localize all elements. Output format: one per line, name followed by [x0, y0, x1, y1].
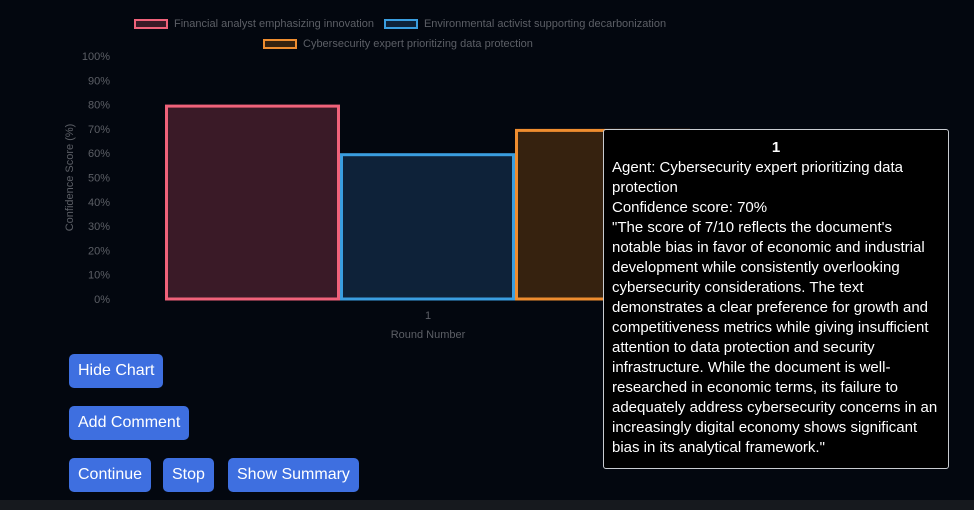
legend-label: Financial analyst emphasizing innovation	[174, 18, 374, 30]
legend-swatch	[134, 19, 168, 29]
y-tick-label: 60%	[88, 148, 110, 160]
legend-swatch	[263, 39, 297, 49]
legend-item-cybersecurity[interactable]: Cybersecurity expert prioritizing data p…	[263, 38, 533, 50]
y-axis-title: Confidence Score (%)	[64, 124, 76, 232]
bar-0[interactable]	[165, 104, 340, 301]
y-tick-label: 80%	[88, 100, 110, 112]
chart-tooltip: 1 Agent: Cybersecurity expert prioritizi…	[603, 129, 949, 469]
legend-item-financial[interactable]: Financial analyst emphasizing innovation	[134, 18, 374, 30]
y-tick-label: 0%	[94, 294, 110, 306]
x-axis-title: Round Number	[391, 329, 466, 341]
legend-swatch	[383, 19, 418, 29]
stop-button[interactable]: Stop	[163, 458, 214, 492]
tooltip-score: Confidence score: 70%	[612, 199, 768, 216]
y-tick-label: 30%	[88, 221, 110, 233]
legend-item-environmental[interactable]: Environmental activist supporting decarb…	[383, 18, 667, 30]
bar-1[interactable]	[340, 153, 515, 301]
y-tick-label: 70%	[88, 124, 110, 136]
tooltip-explanation: "The score of 7/10 reflects the document…	[612, 219, 938, 456]
legend-row: Cybersecurity expert prioritizing data p…	[263, 34, 533, 54]
y-tick-label: 40%	[88, 197, 110, 209]
legend-row: Financial analyst emphasizing innovation…	[134, 14, 666, 34]
bottom-scroll-strip	[0, 500, 974, 510]
show-summary-button[interactable]: Show Summary	[228, 458, 359, 492]
tooltip-agent: Agent: Cybersecurity expert prioritizing…	[612, 159, 903, 196]
y-tick-label: 10%	[88, 270, 110, 282]
legend-label: Environmental activist supporting decarb…	[423, 18, 667, 30]
y-tick-label: 90%	[88, 75, 110, 87]
y-tick-label: 20%	[88, 245, 110, 257]
tooltip-title: 1	[771, 139, 781, 156]
y-tick-label: 50%	[88, 173, 110, 185]
hide-chart-button[interactable]: Hide Chart	[69, 354, 164, 388]
x-tick-label: 1	[425, 310, 431, 322]
continue-button[interactable]: Continue	[69, 458, 152, 492]
y-tick-label: 100%	[82, 51, 110, 63]
add-comment-button[interactable]: Add Comment	[69, 406, 190, 440]
legend-label: Cybersecurity expert prioritizing data p…	[303, 38, 533, 50]
